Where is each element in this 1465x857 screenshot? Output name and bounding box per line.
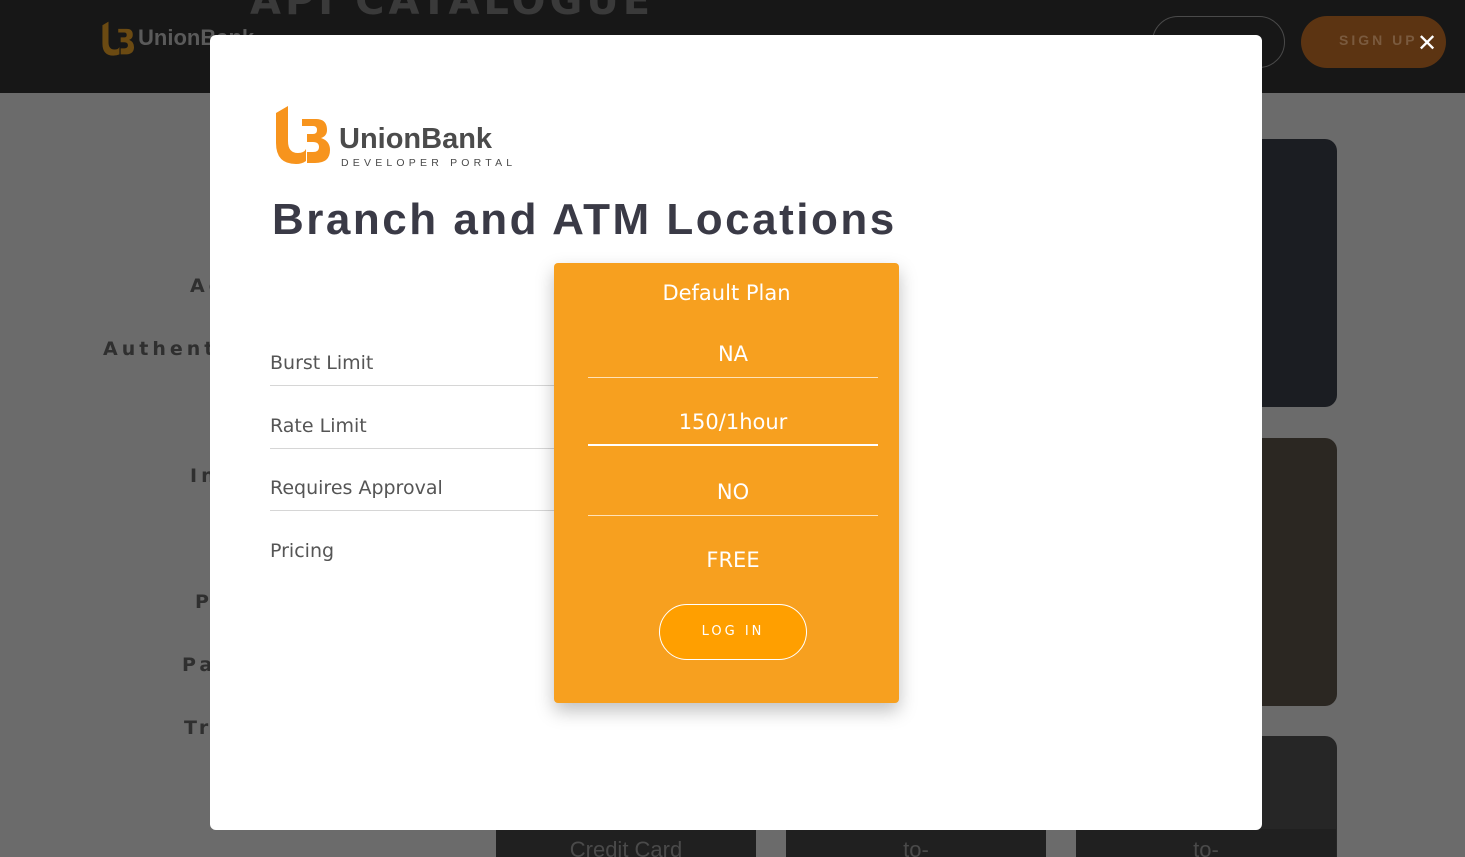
unionbank-logo-icon (102, 21, 134, 56)
plan-value: NO (716, 480, 750, 504)
attribute-row-requires-approval: Requires Approval (270, 471, 570, 511)
attribute-row-burst-limit: Burst Limit (270, 346, 570, 386)
login-button[interactable]: LOG IN (659, 604, 807, 660)
background-api-tile: to- (1076, 829, 1336, 857)
background-sidebar-item: Tr (184, 717, 213, 739)
plan-value-burst-limit: NA (588, 334, 878, 378)
background-tile-label: to- (903, 837, 929, 857)
background-api-tile: to- (786, 829, 1046, 857)
attribute-row-pricing: Pricing (270, 534, 570, 574)
background-tile-label: Credit Card (569, 837, 683, 857)
default-plan-card: Default Plan NA 150/1hour NO FREE LOG IN (554, 263, 899, 703)
attribute-label: Requires Approval (270, 477, 443, 499)
attribute-label: Pricing (270, 540, 335, 562)
attribute-label: Burst Limit (270, 352, 374, 374)
plan-value-requires-approval: NO (588, 472, 878, 516)
api-plan-modal: UnionBank DEVELOPER PORTAL Branch and AT… (210, 35, 1262, 830)
plan-value-rate-limit: 150/1hour (588, 402, 878, 446)
logo-subtitle: DEVELOPER PORTAL (341, 157, 517, 169)
close-icon[interactable]: ✕ (1413, 29, 1441, 57)
background-tile-label: to- (1193, 837, 1219, 857)
unionbank-logo-icon (276, 106, 330, 164)
background-page-title: API CATALOGUE (250, 0, 655, 24)
background-api-tile: Credit Card (496, 829, 756, 857)
plan-value-pricing: FREE (588, 540, 878, 584)
plan-title: Default Plan (662, 281, 791, 305)
plan-value: NA (717, 342, 749, 366)
logo-brand-name: UnionBank (339, 123, 493, 155)
plan-value: FREE (706, 548, 760, 572)
modal-title: Branch and ATM Locations (272, 195, 897, 244)
background-signup-label: SIGN UP (1339, 32, 1418, 48)
attribute-label: Rate Limit (270, 415, 367, 437)
attribute-row-rate-limit: Rate Limit (270, 409, 570, 449)
plan-value: 150/1hour (678, 410, 788, 434)
